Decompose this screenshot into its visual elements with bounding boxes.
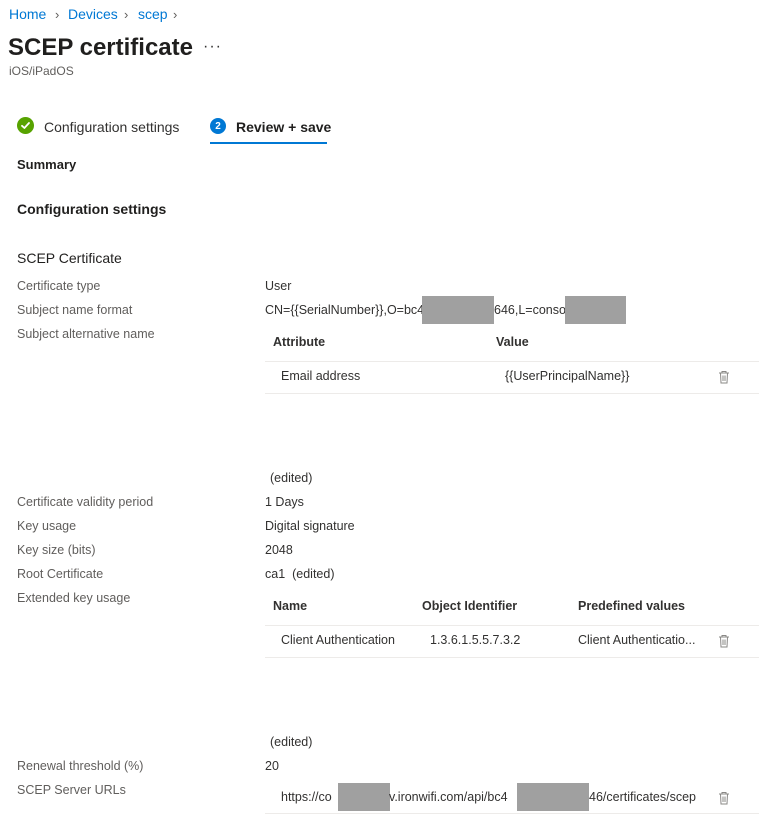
divider	[265, 657, 759, 658]
field-label: Renewal threshold (%)	[17, 759, 144, 773]
summary-heading: Summary	[17, 157, 77, 172]
column-header: Name	[273, 599, 308, 613]
field-value: 2048	[265, 543, 293, 557]
edited-note: (edited)	[270, 471, 313, 485]
table-cell: Client Authenticatio...	[578, 633, 696, 647]
url-text: v.ironwifi.com/api/bc4	[389, 790, 508, 804]
column-header: Value	[496, 335, 529, 349]
field-label: Key usage	[17, 519, 77, 533]
redacted-block	[517, 783, 589, 811]
step-number-badge: 2	[210, 118, 226, 134]
step-label: Review + save	[236, 119, 332, 135]
page-subtitle: iOS/iPadOS	[9, 64, 74, 78]
active-step-indicator	[210, 142, 327, 144]
field-value: 20	[265, 759, 279, 773]
page-title: SCEP certificate	[8, 34, 193, 61]
field-label: SCEP Server URLs	[17, 783, 126, 797]
chevron-right-icon: ›	[124, 7, 129, 22]
field-label: Subject alternative name	[17, 327, 155, 341]
column-header: Predefined values	[578, 599, 685, 613]
breadcrumb-scep[interactable]: scep	[138, 6, 168, 22]
field-label: Extended key usage	[17, 591, 131, 605]
field-value: Digital signature	[265, 519, 355, 533]
config-settings-heading: Configuration settings	[17, 201, 167, 217]
checkmark-icon	[17, 117, 34, 134]
field-label: Subject name format	[17, 303, 133, 317]
chevron-right-icon: ›	[55, 7, 60, 22]
divider	[265, 361, 759, 362]
step-review-save[interactable]: 2	[210, 118, 226, 134]
table-cell: {{UserPrincipalName}}	[505, 369, 630, 383]
column-header: Attribute	[273, 335, 326, 349]
url-text: https://co	[281, 790, 332, 804]
trash-icon[interactable]	[718, 634, 730, 648]
redacted-block	[338, 783, 390, 811]
divider	[265, 393, 759, 394]
url-text: 46/certificates/scep	[589, 790, 696, 804]
table-cell: Email address	[281, 369, 361, 383]
more-options-button[interactable]: ···	[203, 38, 222, 56]
step-label: Configuration settings	[44, 119, 180, 135]
redacted-block	[565, 296, 626, 324]
trash-icon[interactable]	[718, 791, 730, 805]
field-label: Certificate validity period	[17, 495, 154, 509]
divider	[265, 625, 759, 626]
section-title: SCEP Certificate	[17, 250, 122, 266]
divider	[265, 813, 759, 814]
field-label: Certificate type	[17, 279, 101, 293]
trash-icon[interactable]	[718, 370, 730, 384]
table-cell: Client Authentication	[281, 633, 395, 647]
field-value: 1 Days	[265, 495, 304, 509]
field-label: Root Certificate	[17, 567, 104, 581]
field-value: CN={{SerialNumber}},O=bc4	[265, 303, 425, 317]
field-value: ca1 (edited)	[265, 567, 335, 581]
column-header: Object Identifier	[422, 599, 518, 613]
breadcrumb-home[interactable]: Home	[9, 6, 46, 22]
table-cell: 1.3.6.1.5.5.7.3.2	[430, 633, 521, 647]
field-value: 646,L=conso	[494, 303, 566, 317]
chevron-right-icon: ›	[173, 7, 178, 22]
edited-note: (edited)	[270, 735, 313, 749]
redacted-block	[422, 296, 494, 324]
field-label: Key size (bits)	[17, 543, 96, 557]
field-value: User	[265, 279, 292, 293]
breadcrumb-devices[interactable]: Devices	[68, 6, 118, 22]
step-configuration-settings[interactable]	[17, 117, 34, 134]
